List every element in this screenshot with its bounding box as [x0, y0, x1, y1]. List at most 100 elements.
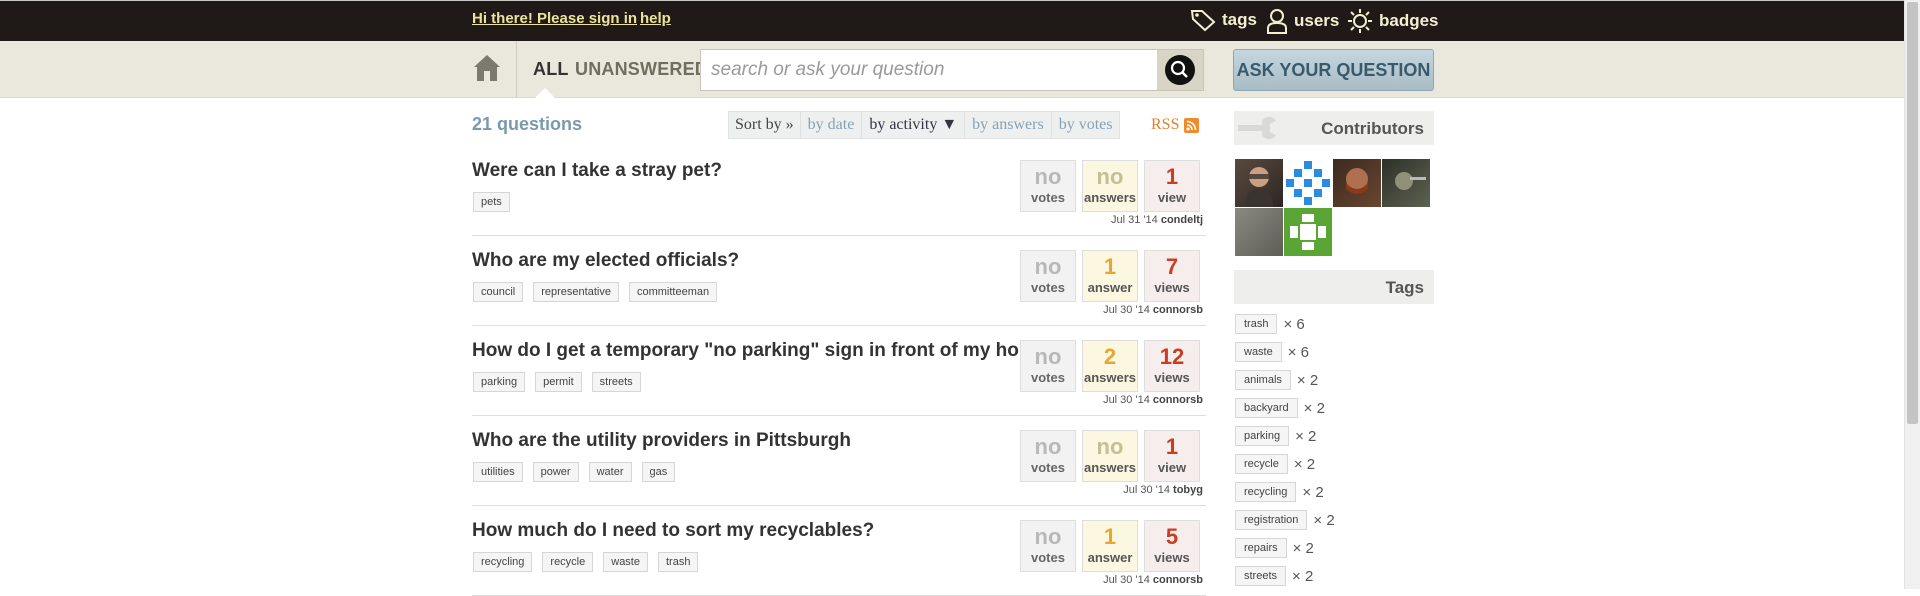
- nav-tags[interactable]: tags: [1190, 8, 1257, 32]
- question-user[interactable]: connorsb: [1153, 394, 1203, 406]
- sidebar-tag[interactable]: animals: [1235, 370, 1291, 390]
- avatar[interactable]: [1333, 159, 1381, 207]
- votes-stat: no votes: [1020, 520, 1076, 572]
- sort-by-date[interactable]: by date: [799, 112, 862, 138]
- sort-by-activity[interactable]: by activity ▼: [861, 112, 964, 138]
- votes-label: votes: [1031, 280, 1065, 295]
- avatar[interactable]: [1235, 159, 1283, 207]
- sort-by-votes[interactable]: by votes: [1050, 112, 1120, 138]
- sign-in-link[interactable]: Hi there! Please sign in: [472, 10, 637, 27]
- scrollbar-thumb[interactable]: [1907, 2, 1918, 424]
- views-stat: 1 view: [1144, 160, 1200, 212]
- views-label: view: [1157, 190, 1187, 205]
- divider: [516, 41, 517, 98]
- question-meta: Jul 30 '14 connorsb: [1103, 574, 1203, 586]
- question-tag[interactable]: committeeman: [628, 282, 718, 302]
- sidebar-tag[interactable]: repairs: [1235, 538, 1287, 558]
- sidebar-tag[interactable]: registration: [1235, 510, 1308, 530]
- avatar[interactable]: [1382, 159, 1430, 207]
- sub-bar: ALL UNANSWERED ASK YOUR QUESTION: [0, 41, 1904, 98]
- question-user[interactable]: connorsb: [1153, 574, 1203, 586]
- tab-all[interactable]: ALL: [533, 59, 569, 80]
- question-row: Who are the utility providers in Pittsbu…: [472, 416, 1206, 506]
- views-label: views: [1154, 550, 1190, 565]
- question-user[interactable]: connorsb: [1153, 304, 1203, 316]
- question-row: Who are my elected officials? council repr…: [472, 236, 1206, 326]
- votes-count: no: [1034, 164, 1062, 189]
- sort-by-answers[interactable]: by answers: [964, 112, 1051, 138]
- tag-cloud-item: backyard × 2: [1235, 398, 1325, 418]
- sidebar-tag[interactable]: backyard: [1235, 398, 1298, 418]
- question-tag[interactable]: pets: [473, 192, 510, 212]
- votes-stat: no votes: [1020, 430, 1076, 482]
- question-tag[interactable]: council: [473, 282, 524, 302]
- question-title[interactable]: Who are the utility providers in Pittsbu…: [472, 430, 851, 452]
- search-button[interactable]: [1157, 50, 1203, 90]
- ask-question-button[interactable]: ASK YOUR QUESTION: [1233, 49, 1434, 91]
- home-icon[interactable]: [472, 53, 502, 83]
- sidebar-tag[interactable]: recycle: [1235, 454, 1288, 474]
- avatar[interactable]: [1284, 159, 1332, 207]
- sidebar-tag[interactable]: streets: [1235, 566, 1287, 586]
- sidebar-tag[interactable]: recycling: [1235, 482, 1297, 502]
- question-tag[interactable]: water: [588, 462, 632, 482]
- question-tag[interactable]: parking: [473, 372, 526, 392]
- question-tag[interactable]: permit: [535, 372, 582, 392]
- tab-unanswered[interactable]: UNANSWERED: [575, 59, 708, 80]
- question-tag[interactable]: recycling: [473, 552, 533, 572]
- sidebar-tag[interactable]: parking: [1235, 426, 1290, 446]
- answers-stat: 2 answers: [1082, 340, 1138, 392]
- tag-cloud-item: waste × 6: [1235, 342, 1309, 362]
- question-tag[interactable]: representative: [533, 282, 619, 302]
- views-count: 1: [1165, 434, 1179, 459]
- answers-count: 1: [1103, 524, 1117, 549]
- avatar[interactable]: [1284, 208, 1332, 256]
- tag-cloud-item: repairs × 2: [1235, 538, 1314, 558]
- question-title[interactable]: Were can I take a stray pet?: [472, 160, 722, 182]
- tag-icon: [1190, 10, 1216, 32]
- question-stats: no votes 1 answer 7 views: [1020, 250, 1206, 302]
- votes-count: no: [1034, 524, 1062, 549]
- answers-label: answer: [1087, 550, 1133, 565]
- question-title[interactable]: Who are my elected officials?: [472, 250, 739, 272]
- votes-stat: no votes: [1020, 250, 1076, 302]
- question-tag[interactable]: gas: [641, 462, 676, 482]
- question-tag[interactable]: recycle: [542, 552, 594, 572]
- sidebar-tag[interactable]: waste: [1235, 342, 1282, 362]
- tag-cloud-item: recycling × 2: [1235, 482, 1324, 502]
- search-input[interactable]: [701, 50, 1171, 90]
- scrollbar[interactable]: [1904, 0, 1920, 589]
- answers-count: no: [1096, 434, 1124, 459]
- sidebar-tag[interactable]: trash: [1235, 314, 1278, 334]
- votes-count: no: [1034, 434, 1062, 459]
- nav-badges[interactable]: badges: [1347, 8, 1439, 34]
- answers-label: answer: [1087, 280, 1133, 295]
- contributors-title: Contributors: [1321, 119, 1424, 138]
- question-tag[interactable]: waste: [603, 552, 648, 572]
- question-date: Jul 30 '14: [1103, 304, 1150, 316]
- question-tag[interactable]: trash: [658, 552, 699, 572]
- question-stats: no votes no answers 1 view: [1020, 160, 1206, 212]
- question-row: Were can I take a stray pet? pets no votes n…: [472, 146, 1206, 236]
- question-title[interactable]: How do I get a temporary "no parking" si…: [472, 340, 1063, 362]
- question-tag[interactable]: streets: [591, 372, 641, 392]
- views-count: 12: [1159, 344, 1185, 369]
- avatar[interactable]: [1235, 208, 1283, 256]
- help-link[interactable]: help: [640, 10, 671, 27]
- tags-header: Tags: [1234, 270, 1434, 304]
- question-user[interactable]: tobyg: [1173, 484, 1203, 496]
- votes-count: no: [1034, 344, 1062, 369]
- question-tag[interactable]: utilities: [473, 462, 523, 482]
- question-tag[interactable]: power: [532, 462, 579, 482]
- top-bar: Hi there! Please sign in help tags users…: [0, 0, 1904, 41]
- tag-count: × 2: [1296, 371, 1319, 389]
- question-title[interactable]: How much do I need to sort my recyclable…: [472, 520, 874, 542]
- badge-icon: [1348, 9, 1372, 33]
- question-stats: no votes 2 answers 12 views: [1020, 340, 1206, 392]
- nav-users[interactable]: users: [1266, 8, 1339, 34]
- answers-count: 2: [1103, 344, 1117, 369]
- rss-link[interactable]: RSS: [1151, 116, 1200, 134]
- views-label: views: [1154, 370, 1190, 385]
- question-user[interactable]: condeltj: [1161, 214, 1203, 226]
- tag-cloud-item: recycle × 2: [1235, 454, 1315, 474]
